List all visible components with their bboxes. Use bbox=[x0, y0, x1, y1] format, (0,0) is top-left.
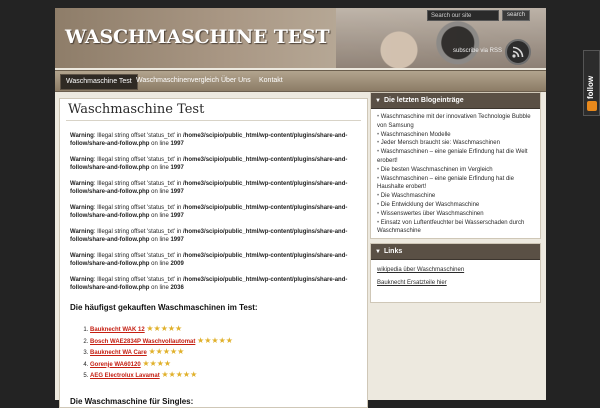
site-title[interactable]: WASCHMASCHINE TEST bbox=[65, 26, 330, 48]
star-rating: ★★★★★ bbox=[148, 347, 185, 356]
list-item[interactable]: • Waschmaschine mit der innovativen Tech… bbox=[377, 113, 540, 131]
list-item[interactable]: • Waschmaschinen – eine geniale Erfindun… bbox=[377, 175, 540, 193]
links-widget: ▼ Links wikipedia über Waschmaschinen Bau… bbox=[370, 243, 541, 303]
list-item: Gorenje WA60120 ★★★★ bbox=[90, 359, 233, 371]
nav-item-ueber-uns[interactable]: Über Uns bbox=[216, 74, 256, 88]
nav-item-waschmaschinenvergleich[interactable]: Waschmaschinenvergleich bbox=[131, 74, 224, 88]
list-item: AEG Electrolux Lavamat ★★★★★ bbox=[90, 370, 233, 382]
php-warning: Warning: Illegal string offset 'status_t… bbox=[70, 277, 348, 291]
product-link[interactable]: Gorenje WA60120 bbox=[90, 362, 141, 368]
nav-item-waschmaschine-test[interactable]: Waschmaschine Test bbox=[60, 74, 138, 90]
nav-item-kontakt[interactable]: Kontakt bbox=[254, 74, 288, 88]
product-link[interactable]: Bosch WAE2834P Waschvollautomat bbox=[90, 339, 195, 345]
top-sellers-list: Bauknecht WAK 12 ★★★★★ Bosch WAE2834P Wa… bbox=[70, 324, 233, 382]
list-item[interactable]: • Wissenswertes über Waschmaschinen bbox=[377, 210, 540, 219]
main-nav: Waschmaschine Test Waschmaschinenverglei… bbox=[55, 70, 546, 92]
triangle-down-icon: ▼ bbox=[375, 98, 381, 104]
product-link[interactable]: AEG Electrolux Lavamat bbox=[90, 373, 160, 379]
subscribe-rss-link[interactable]: subscribe via RSS bbox=[453, 48, 502, 54]
site-header: WASCHMASCHINE TEST Search our site searc… bbox=[55, 8, 546, 68]
links-list: wikipedia über Waschmaschinen Bauknecht … bbox=[371, 264, 540, 290]
singles-heading: Die Waschmaschine für Singles: bbox=[70, 397, 194, 406]
star-rating: ★★★★★ bbox=[161, 370, 198, 379]
link-item[interactable]: Bauknecht Ersatzteile hier bbox=[377, 277, 540, 290]
search-input[interactable]: Search our site bbox=[427, 10, 499, 21]
page: WASCHMASCHINE TEST Search our site searc… bbox=[55, 8, 546, 408]
list-item[interactable]: • Die Waschmaschine bbox=[377, 192, 540, 201]
list-item[interactable]: • Jeder Mensch braucht sie: Waschmaschin… bbox=[377, 139, 540, 148]
product-link[interactable]: Bauknecht WA Care bbox=[90, 350, 147, 356]
php-warning: Warning: Illegal string offset 'status_t… bbox=[70, 205, 348, 219]
link-item[interactable]: wikipedia über Waschmaschinen bbox=[377, 264, 540, 277]
php-warning: Warning: Illegal string offset 'status_t… bbox=[70, 133, 348, 147]
top-sellers-heading: Die häufigst gekauften Waschmaschinen im… bbox=[70, 303, 258, 312]
list-item[interactable]: • Einsatz von Luftentfeuchter bei Wasser… bbox=[377, 219, 540, 237]
php-warning: Warning: Illegal string offset 'status_t… bbox=[70, 157, 348, 171]
triangle-down-icon: ▼ bbox=[375, 249, 381, 255]
follow-label: follow bbox=[586, 75, 595, 99]
follow-tab[interactable]: follow bbox=[583, 50, 600, 116]
star-rating: ★★★★★ bbox=[197, 335, 233, 345]
search-button[interactable]: search bbox=[502, 10, 530, 21]
php-warning: Warning: Illegal string offset 'status_t… bbox=[70, 253, 348, 267]
list-item: Bosch WAE2834P Waschvollautomat ★★★★★ bbox=[90, 336, 233, 348]
product-link[interactable]: Bauknecht WAK 12 bbox=[90, 327, 145, 333]
rss-icon[interactable] bbox=[505, 39, 531, 65]
list-item[interactable]: • Waschmaschinen – eine geniale Erfindun… bbox=[377, 148, 540, 166]
rss-icon bbox=[587, 101, 597, 111]
main-content: Waschmaschine Test Warning: Illegal stri… bbox=[59, 98, 368, 408]
widget-header: ▼ Die letzten Blogeinträge bbox=[371, 93, 540, 109]
list-item[interactable]: • Die Entwicklung der Waschmaschine bbox=[377, 201, 540, 210]
php-warning: Warning: Illegal string offset 'status_t… bbox=[70, 181, 348, 195]
php-warning: Warning: Illegal string offset 'status_t… bbox=[70, 229, 348, 243]
list-item: Bauknecht WAK 12 ★★★★★ bbox=[90, 324, 233, 336]
list-item: Bauknecht WA Care ★★★★★ bbox=[90, 347, 233, 359]
recent-posts-list: • Waschmaschine mit der innovativen Tech… bbox=[371, 113, 540, 236]
list-item[interactable]: • Die besten Waschmaschinen im Vergleich bbox=[377, 166, 540, 175]
star-rating: ★★★★ bbox=[142, 358, 172, 368]
star-rating: ★★★★★ bbox=[146, 324, 183, 333]
title-divider bbox=[66, 120, 361, 121]
page-title: Waschmaschine Test bbox=[68, 102, 205, 117]
list-item[interactable]: • Waschmaschinen Modelle bbox=[377, 131, 540, 140]
widget-header: ▼ Links bbox=[371, 244, 540, 260]
recent-posts-widget: ▼ Die letzten Blogeinträge • Waschmaschin… bbox=[370, 92, 541, 239]
